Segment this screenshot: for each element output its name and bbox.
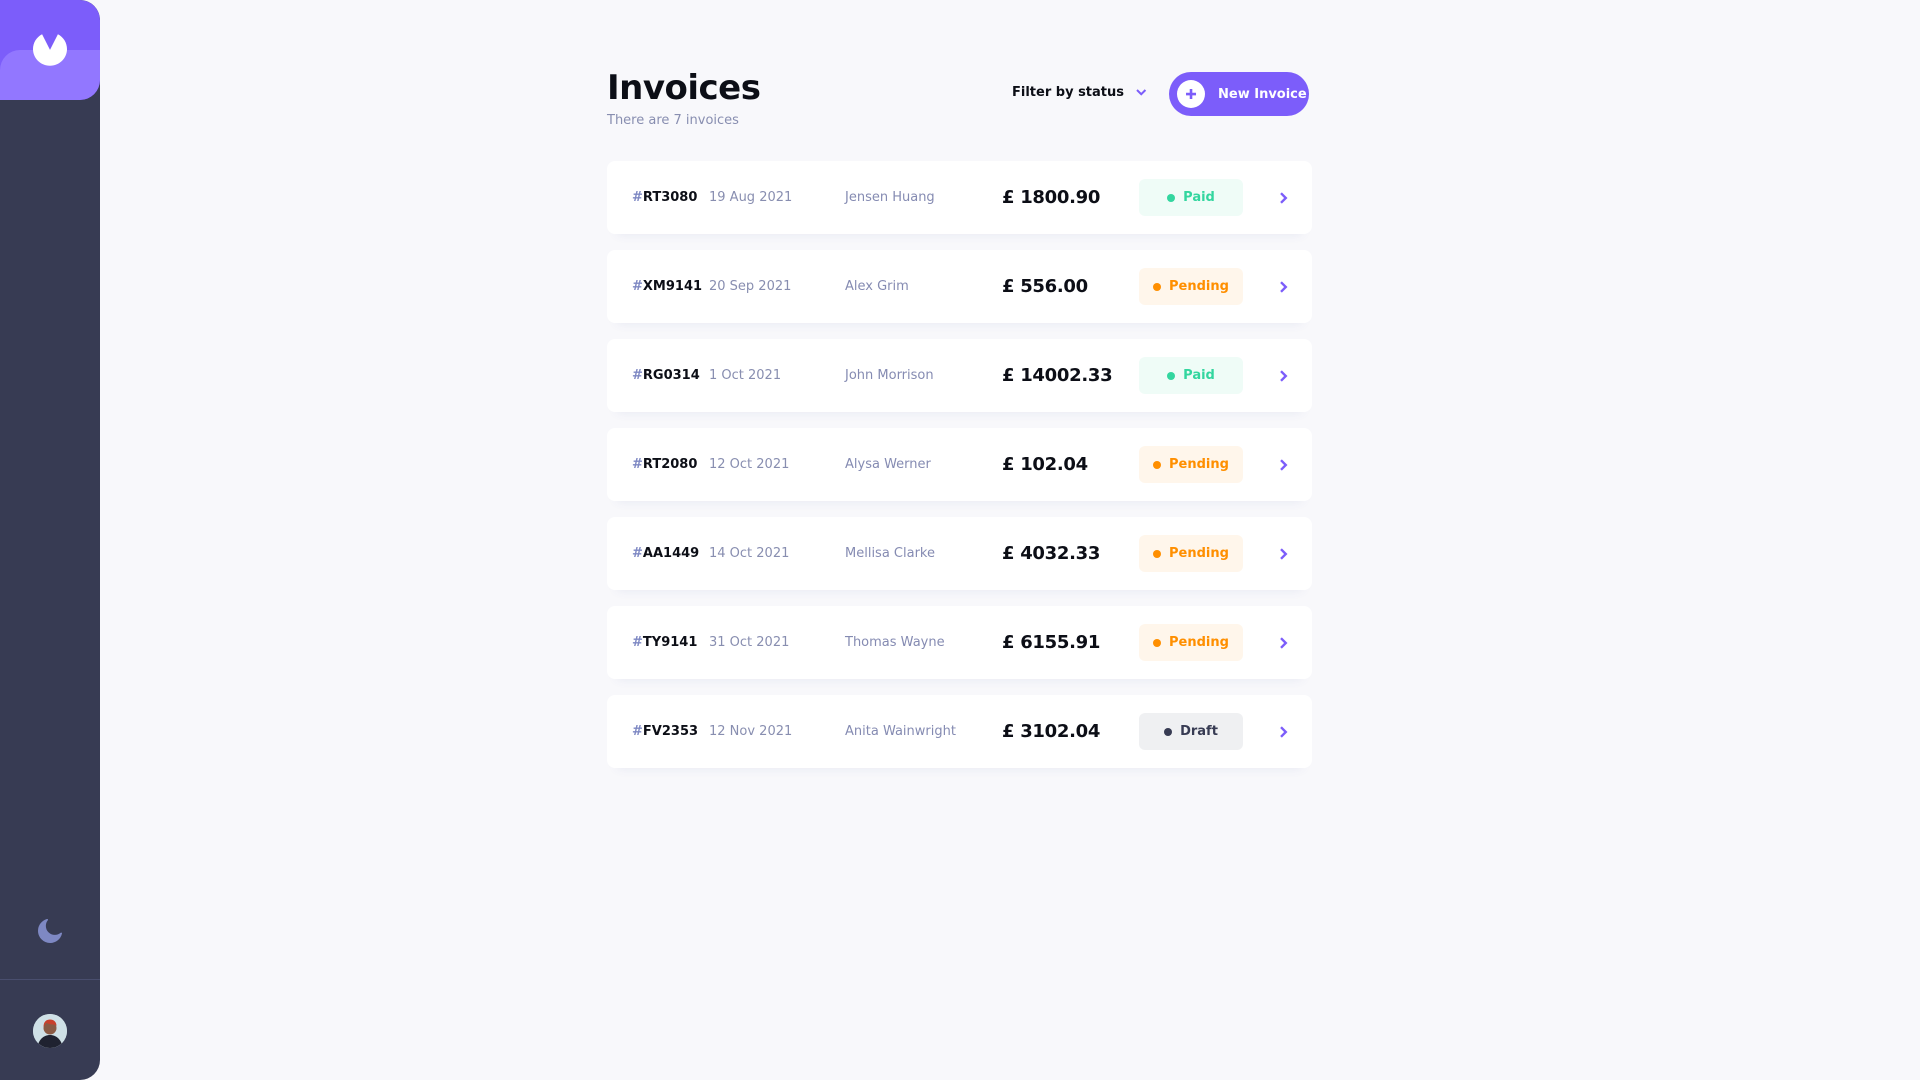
invoice-id-text: RT2080 (642, 457, 698, 472)
invoice-due-date: 1 Oct 2021 (709, 368, 782, 383)
invoice-due-date: 12 Nov 2021 (709, 724, 793, 739)
status-label: Pending (1169, 546, 1229, 561)
invoice-row[interactable]: # FV2353 12 Nov 2021 Anita Wainwright £ 3… (607, 695, 1312, 768)
status-dot-icon (1153, 460, 1162, 469)
invoice-list: # RT3080 19 Aug 2021 Jensen Huang £ 1800.… (607, 161, 1312, 784)
invoice-row[interactable]: # AA1449 14 Oct 2021 Mellisa Clarke £ 403… (607, 517, 1312, 590)
invoice-client-name: Alysa Werner (845, 457, 931, 472)
sidebar (0, 0, 100, 1080)
invoice-client-name: Jensen Huang (845, 190, 935, 205)
status-dot-icon (1153, 282, 1162, 291)
invoice-due-date: 20 Sep 2021 (709, 279, 792, 294)
status-badge: Pending (1139, 624, 1243, 661)
invoice-id-text: AA1449 (642, 546, 700, 561)
hash-symbol: # (632, 368, 643, 383)
status-dot-icon (1153, 549, 1162, 558)
invoice-id: # XM9141 (632, 250, 702, 323)
status-label: Draft (1180, 724, 1218, 739)
invoice-id: # RT3080 (632, 161, 697, 234)
invoice-amount: £ 3102.04 (1002, 721, 1101, 742)
invoice-id-text: RG0314 (642, 368, 700, 383)
invoice-amount: £ 102.04 (1002, 454, 1088, 475)
invoice-id: # TY9141 (632, 606, 697, 679)
invoice-amount: £ 6155.91 (1002, 632, 1101, 653)
status-badge: Draft (1139, 713, 1243, 750)
invoice-row[interactable]: # RG0314 1 Oct 2021 John Morrison £ 14002… (607, 339, 1312, 412)
status-badge: Pending (1139, 535, 1243, 572)
status-badge: Pending (1139, 446, 1243, 483)
invoice-id-text: RT3080 (642, 190, 698, 205)
status-badge: Pending (1139, 268, 1243, 305)
status-label: Pending (1169, 279, 1229, 294)
hash-symbol: # (632, 279, 643, 294)
filter-by-status-dropdown[interactable]: Filter by status (1012, 85, 1147, 100)
moon-icon[interactable] (38, 919, 62, 943)
invoice-due-date: 12 Oct 2021 (709, 457, 790, 472)
invoice-due-date: 19 Aug 2021 (709, 190, 793, 205)
status-label: Paid (1183, 190, 1215, 205)
invoice-amount: £ 556.00 (1002, 276, 1088, 297)
status-dot-icon (1164, 727, 1173, 736)
status-label: Pending (1169, 457, 1229, 472)
chevron-right-icon (1280, 459, 1288, 471)
status-label: Pending (1169, 635, 1229, 650)
hash-symbol: # (632, 457, 643, 472)
chevron-right-icon (1280, 637, 1288, 649)
logo[interactable] (0, 0, 100, 100)
hash-symbol: # (632, 190, 643, 205)
chevron-down-icon (1136, 89, 1147, 96)
invoice-amount: £ 4032.33 (1002, 543, 1101, 564)
invoice-id-text: XM9141 (642, 279, 703, 294)
invoice-row[interactable]: # RT3080 19 Aug 2021 Jensen Huang £ 1800.… (607, 161, 1312, 234)
invoice-amount: £ 1800.90 (1002, 187, 1101, 208)
status-badge: Paid (1139, 357, 1243, 394)
avatar-image (33, 1014, 67, 1048)
invoice-amount: £ 14002.33 (1002, 365, 1113, 386)
user-avatar[interactable] (33, 1014, 67, 1048)
new-invoice-button[interactable]: New Invoice (1169, 72, 1309, 116)
chevron-right-icon (1280, 192, 1288, 204)
invoice-id-text: FV2353 (642, 724, 699, 739)
sidebar-divider (0, 979, 100, 980)
invoice-count: There are 7 invoices (607, 113, 739, 128)
status-label: Paid (1183, 368, 1215, 383)
invoice-client-name: Mellisa Clarke (845, 546, 935, 561)
invoice-due-date: 31 Oct 2021 (709, 635, 790, 650)
invoice-due-date: 14 Oct 2021 (709, 546, 790, 561)
invoice-client-name: John Morrison (845, 368, 934, 383)
invoice-id: # FV2353 (632, 695, 698, 768)
chevron-right-icon (1280, 548, 1288, 560)
plus-icon (1177, 80, 1205, 108)
chevron-right-icon (1280, 726, 1288, 738)
page-header: Invoices There are 7 invoices Filter by … (607, 68, 1312, 138)
invoice-row[interactable]: # RT2080 12 Oct 2021 Alysa Werner £ 102.0… (607, 428, 1312, 501)
invoice-row[interactable]: # TY9141 31 Oct 2021 Thomas Wayne £ 6155.… (607, 606, 1312, 679)
invoice-client-name: Alex Grim (845, 279, 909, 294)
invoice-client-name: Anita Wainwright (845, 724, 956, 739)
page-title: Invoices (607, 68, 761, 108)
status-dot-icon (1153, 638, 1162, 647)
invoice-client-name: Thomas Wayne (845, 635, 945, 650)
status-badge: Paid (1139, 179, 1243, 216)
status-dot-icon (1167, 371, 1176, 380)
hash-symbol: # (632, 546, 643, 561)
hash-symbol: # (632, 724, 643, 739)
chevron-right-icon (1280, 370, 1288, 382)
filter-label: Filter by status (1012, 85, 1124, 100)
chevron-right-icon (1280, 281, 1288, 293)
hash-symbol: # (632, 635, 643, 650)
invoice-id: # RG0314 (632, 339, 700, 412)
new-invoice-label: New Invoice (1218, 86, 1307, 102)
status-dot-icon (1167, 193, 1176, 202)
invoice-id-text: TY9141 (642, 635, 698, 650)
invoice-id: # RT2080 (632, 428, 697, 501)
invoice-id: # AA1449 (632, 517, 699, 590)
invoice-row[interactable]: # XM9141 20 Sep 2021 Alex Grim £ 556.00 P… (607, 250, 1312, 323)
logo-icon (33, 34, 67, 66)
